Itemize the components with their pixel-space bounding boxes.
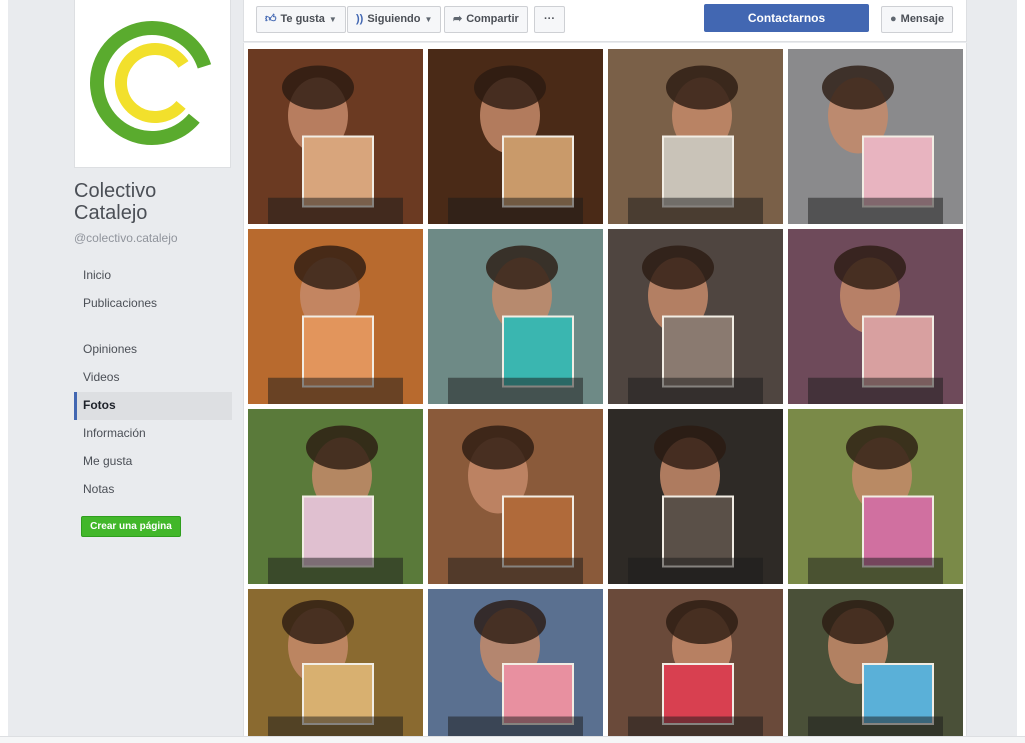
thumbs-up-icon: 👍︎ (265, 13, 277, 25)
follow-label: Siguiendo (367, 13, 421, 25)
photo-image (248, 229, 423, 404)
photo-thumbnail[interactable] (608, 229, 783, 404)
photo-image (788, 49, 963, 224)
photo-thumbnail[interactable] (788, 589, 963, 739)
photo-thumbnail[interactable] (248, 49, 423, 224)
photo-image (788, 589, 963, 739)
more-options-button[interactable]: ··· (534, 6, 565, 33)
catalejo-logo-icon (90, 21, 214, 145)
photo-image (248, 589, 423, 739)
photo-image (428, 229, 603, 404)
photo-thumbnail[interactable] (788, 49, 963, 224)
profile-picture[interactable] (74, 0, 231, 168)
photo-image (608, 409, 783, 584)
share-arrow-icon: ➦ (453, 13, 463, 25)
photo-thumbnail[interactable] (248, 409, 423, 584)
message-button[interactable]: ● Mensaje (881, 6, 954, 33)
photo-thumbnail[interactable] (428, 229, 603, 404)
photo-thumbnail[interactable] (428, 49, 603, 224)
photo-thumbnail[interactable] (788, 409, 963, 584)
create-page-button[interactable]: Crear una página (81, 516, 181, 537)
message-label: Mensaje (900, 13, 945, 25)
photo-thumbnail[interactable] (248, 589, 423, 739)
photo-thumbnail[interactable] (608, 589, 783, 739)
nav-item-opiniones[interactable]: Opiniones (74, 336, 232, 364)
page-margin-right (1017, 0, 1025, 742)
photo-thumbnail[interactable] (428, 409, 603, 584)
nav-item-me-gusta[interactable]: Me gusta (74, 448, 232, 476)
follow-button[interactable]: )) Siguiendo ▼ (347, 6, 442, 33)
chevron-down-icon: ▼ (424, 15, 433, 24)
page-margin-left (0, 0, 8, 742)
chevron-down-icon: ▼ (328, 15, 337, 24)
photo-image (248, 409, 423, 584)
photo-thumbnail[interactable] (428, 589, 603, 739)
like-label: Te gusta (280, 13, 325, 25)
nav-item-videos[interactable]: Videos (74, 364, 232, 392)
nav-item-inicio[interactable]: Inicio (74, 262, 232, 288)
left-sidebar: Colectivo Catalejo @colectivo.catalejo I… (8, 0, 242, 742)
share-button[interactable]: ➦ Compartir (444, 6, 528, 33)
photo-image (428, 409, 603, 584)
page-name[interactable]: Colectivo Catalejo (74, 180, 234, 224)
nav-item-fotos[interactable]: Fotos (74, 392, 232, 420)
photo-image (608, 589, 783, 739)
nav-item-informacion[interactable]: Información (74, 420, 232, 448)
photo-thumbnail[interactable] (248, 229, 423, 404)
like-button[interactable]: 👍︎ Te gusta ▼ (256, 6, 346, 33)
photo-image (428, 589, 603, 739)
rss-icon: )) (356, 13, 364, 25)
page-action-bar: 👍︎ Te gusta ▼ )) Siguiendo ▼ ➦ Compartir ··· … (243, 0, 967, 42)
photo-thumbnail[interactable] (788, 229, 963, 404)
photo-image (428, 49, 603, 224)
photo-panel (243, 43, 967, 742)
photo-thumbnail[interactable] (608, 409, 783, 584)
page-nav: Inicio Publicaciones Opiniones Videos Fo… (74, 262, 234, 504)
photo-image (608, 229, 783, 404)
page-handle: @colectivo.catalejo (74, 231, 178, 245)
photo-image (788, 229, 963, 404)
photo-thumbnail[interactable] (608, 49, 783, 224)
photo-image (608, 49, 783, 224)
photo-image (248, 49, 423, 224)
photo-image (788, 409, 963, 584)
contact-us-button[interactable]: Contactarnos (704, 4, 869, 32)
share-label: Compartir (466, 13, 519, 25)
nav-item-notas[interactable]: Notas (74, 476, 232, 504)
messenger-icon: ● (890, 13, 897, 25)
nav-item-publicaciones[interactable]: Publicaciones (74, 290, 164, 336)
